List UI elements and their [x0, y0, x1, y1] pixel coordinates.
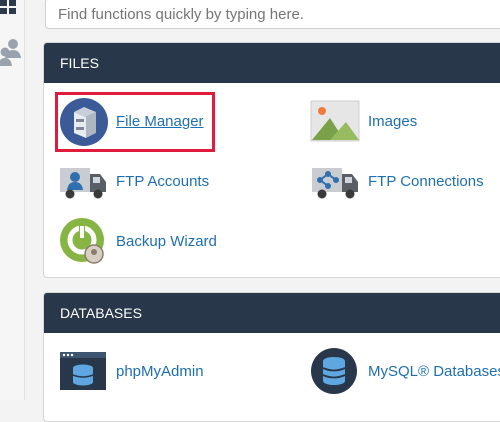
images-label: Images: [368, 113, 418, 130]
images-icon: [310, 96, 362, 148]
phpmyadmin-label: phpMyAdmin: [116, 363, 204, 380]
files-panel: FILES File Manager Images FTP Accounts F…: [43, 42, 500, 278]
ftp-accounts-icon: [58, 156, 110, 208]
databases-panel: DATABASES phpMyAdmin MySQL® Databases: [43, 292, 500, 422]
ftp-connections-label: FTP Connections: [368, 173, 484, 190]
ftp-accounts-label: FTP Accounts: [116, 173, 210, 190]
files-panel-title: FILES: [44, 43, 500, 83]
mysql-databases-label: MySQL® Databases: [368, 363, 500, 380]
users-icon[interactable]: [0, 38, 22, 73]
backup-wizard-icon: [58, 216, 110, 268]
file-manager-icon: [58, 96, 110, 148]
grid-icon[interactable]: [0, 0, 20, 25]
left-sidebar: [0, 0, 25, 400]
mysql-databases-icon: [310, 346, 362, 398]
backup-wizard-label: Backup Wizard: [116, 233, 217, 250]
file-manager-label: File Manager: [116, 113, 204, 130]
phpmyadmin-icon: [58, 346, 110, 398]
databases-panel-title: DATABASES: [44, 293, 500, 333]
search-input[interactable]: [45, 0, 500, 29]
ftp-connections-icon: [310, 156, 362, 208]
